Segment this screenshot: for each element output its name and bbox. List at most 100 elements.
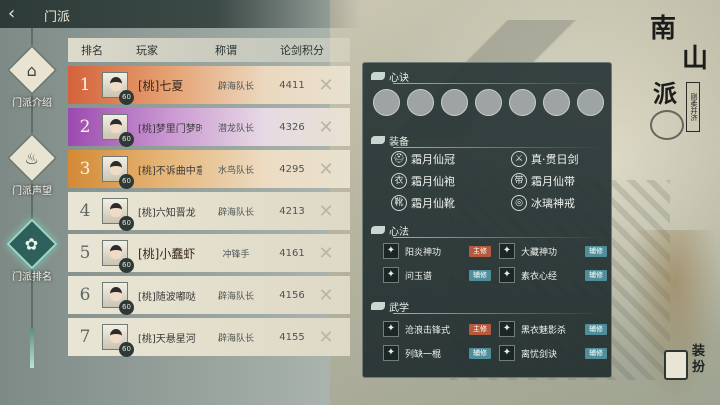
school-emblem-icon [650, 110, 684, 140]
rank-number: 5 [79, 243, 91, 263]
table-row[interactable]: 4 60 [桃]六知晋龙 辟海队长 4213 ✕ [68, 192, 350, 231]
avatar[interactable]: 60 [102, 324, 134, 357]
avatar[interactable]: 60 [102, 114, 134, 147]
skill-tag: 辅修 [585, 245, 607, 257]
rank-number: 3 [79, 159, 91, 179]
crest-icon: ✿ [25, 234, 39, 254]
level-badge: 60 [119, 258, 134, 273]
rank-number: 2 [79, 117, 91, 137]
helmet-icon: ⛑ [391, 151, 407, 167]
xinjue-slot[interactable] [407, 89, 434, 116]
skill-tag: 辅修 [585, 323, 607, 335]
table-row[interactable]: 5 60 [桃]小蠢虾 冲锋手 4161 ✕ [68, 234, 350, 273]
challenge-icon[interactable]: ✕ [314, 243, 338, 264]
player-name: [桃]七夏 [138, 78, 184, 93]
skill-item[interactable]: ✦ 问玉谱 辅修 [383, 267, 491, 283]
equipment-item[interactable]: 靴霜月仙靴 [391, 195, 455, 211]
player-title: 潜龙队长 [217, 123, 254, 134]
challenge-icon[interactable]: ✕ [314, 327, 338, 348]
table-row[interactable]: 7 60 [桃]天悬星河 辟海队长 4155 ✕ [68, 318, 350, 357]
player-score: 4156 [279, 289, 305, 301]
equipment-item[interactable]: ⚔ 真·贯日剑 [511, 151, 579, 167]
skill-item[interactable]: ✦ 列缺一棍 辅修 [383, 345, 491, 361]
skill-item[interactable]: ✦ 大藏神功 辅修 [499, 243, 607, 259]
player-score: 4411 [279, 79, 305, 91]
avatar[interactable]: 60 [102, 72, 134, 105]
skill-tag: 主修 [469, 323, 491, 335]
ranking-header: 排名 玩家 称谓 论剑积分 [68, 38, 350, 62]
header-score: 论剑积分 [280, 44, 324, 57]
skill-item[interactable]: ✦ 黑衣魅影杀 辅修 [499, 321, 607, 337]
skill-item[interactable]: ✦ 素衣心经 辅修 [499, 267, 607, 283]
wardrobe-icon [664, 350, 688, 380]
player-portrait [110, 77, 122, 91]
nav-label: 门派声望 [12, 186, 52, 197]
flame-icon: ♨ [24, 148, 40, 168]
skill-icon: ✦ [499, 345, 515, 361]
challenge-icon[interactable]: ✕ [314, 159, 338, 180]
equipment-item[interactable]: ⛑ 霜月仙冠 [391, 151, 455, 167]
xinjue-slot[interactable] [441, 89, 468, 116]
skill-item[interactable]: ✦ 沧浪击锋式 主修 [383, 321, 491, 337]
avatar[interactable]: 60 [102, 198, 134, 231]
equipment-name: 霜月仙冠 [411, 153, 455, 166]
table-row[interactable]: 6 60 [桃]随波嘟哒 辟海队长 4156 ✕ [68, 276, 350, 315]
avatar[interactable]: 60 [102, 240, 134, 273]
skill-name: 大藏神功 [521, 247, 558, 258]
table-row[interactable]: 2 60 [桃]梦里门梦时 潜龙队长 4326 ✕ [68, 108, 350, 147]
player-portrait [110, 329, 122, 343]
ranking-list: 1 60 [桃]七夏辟海队长 4411 ✕ 2 60 [桃]梦里门梦时 潜龙队长 4326 ✕ 3 60… [68, 66, 350, 357]
player-name: [桃]天悬星河 [138, 333, 196, 345]
skill-tag: 辅修 [585, 269, 607, 281]
avatar[interactable]: 60 [102, 282, 134, 315]
avatar[interactable]: 60 [102, 156, 134, 189]
challenge-icon[interactable]: ✕ [314, 201, 338, 222]
challenge-icon[interactable]: ✕ [314, 285, 338, 306]
skill-name: 问玉谱 [405, 271, 433, 282]
section-xinfa: 心法 [371, 223, 409, 238]
challenge-icon[interactable]: ✕ [314, 75, 338, 96]
player-score: 4295 [279, 163, 305, 175]
nav-item-intro[interactable]: ⌂ 门派介绍 [6, 44, 58, 109]
ranking-panel: 排名 玩家 称谓 论剑积分 1 60 [桃]七夏辟海队长 4411 ✕ 2 60 [桃]梦里门… [68, 38, 350, 405]
xinjue-slot[interactable] [475, 89, 502, 116]
back-button[interactable]: ‹ [8, 4, 28, 24]
skill-item[interactable]: ✦ 离忧剑诀 辅修 [499, 345, 607, 361]
table-row[interactable]: 3 60 [桃]不诉曲中意 水鸟队长 4295 ✕ [68, 150, 350, 189]
nav-item-reputation[interactable]: ♨ 门派声望 [6, 132, 58, 197]
skill-name: 黑衣魅影杀 [521, 325, 567, 336]
skill-tag: 辅修 [469, 347, 491, 359]
school-name-1: 南 [649, 14, 676, 44]
player-name: [桃]不诉曲中意 [138, 165, 202, 177]
equipment-item[interactable]: 衣霜月仙袍 [391, 173, 455, 189]
xinjue-slots [373, 89, 604, 116]
level-badge: 60 [119, 174, 134, 189]
tassel-decoration [30, 328, 34, 368]
rank-number: 1 [79, 75, 91, 95]
equipment-item[interactable]: 带霜月仙带 [511, 173, 575, 189]
skill-name: 素衣心经 [521, 271, 558, 282]
player-title: 辟海队长 [217, 333, 254, 344]
equipment-name: 真·贯日剑 [531, 153, 579, 166]
xinjue-slot[interactable] [577, 89, 604, 116]
dress-up-button[interactable]: 装扮 [660, 340, 716, 394]
player-portrait [110, 245, 122, 259]
school-motto-seal: 刚柔并济 [686, 82, 700, 132]
nav-item-ranking[interactable]: ✿ 门派排名 [6, 218, 58, 283]
level-badge: 60 [119, 342, 134, 357]
player-score: 4161 [279, 247, 305, 259]
xinjue-slot[interactable] [543, 89, 570, 116]
top-bar: ‹ 门派 [0, 0, 360, 28]
equipment-name: 霜月仙袍 [411, 175, 455, 188]
xinjue-slot[interactable] [373, 89, 400, 116]
player-portrait [110, 161, 122, 175]
equipment-item[interactable]: ◎ 冰璃神戒 [511, 195, 575, 211]
skill-icon: ✦ [499, 267, 515, 283]
player-score: 4326 [279, 121, 305, 133]
tower-icon: ⌂ [26, 60, 38, 80]
table-row[interactable]: 1 60 [桃]七夏 辟海队长 4411 ✕ [68, 66, 350, 105]
skill-item[interactable]: ✦ 阳炎神功 主修 [383, 243, 491, 259]
challenge-icon[interactable]: ✕ [314, 117, 338, 138]
player-name: [桃]梦里门梦时 [138, 123, 202, 135]
xinjue-slot[interactable] [509, 89, 536, 116]
